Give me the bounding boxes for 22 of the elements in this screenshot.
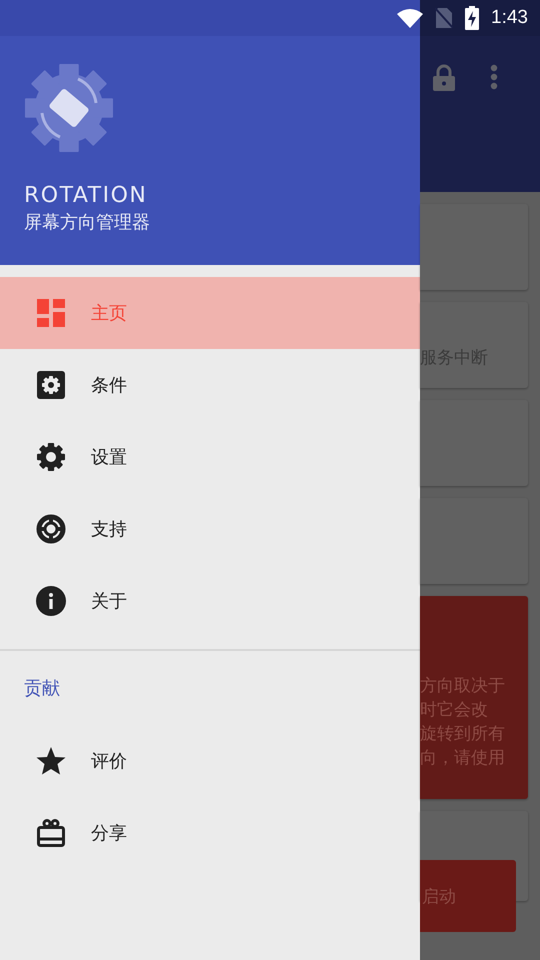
menu-item[interactable]: 条件 bbox=[0, 349, 420, 421]
app-title: ROTATION bbox=[24, 183, 148, 208]
battery-charging-icon bbox=[465, 6, 480, 30]
menu-item[interactable]: 设置 bbox=[0, 421, 420, 493]
menu-item[interactable]: 评价 bbox=[0, 725, 420, 797]
more-icon bbox=[490, 64, 498, 90]
gift-icon bbox=[36, 818, 66, 848]
app-subtitle: 屏幕方向管理器 bbox=[24, 211, 151, 234]
menu-item[interactable]: 分享 bbox=[0, 797, 420, 869]
dashboard-icon bbox=[36, 298, 66, 328]
info-icon bbox=[36, 586, 66, 616]
menu-item[interactable]: 支持 bbox=[0, 493, 420, 565]
menu-item[interactable]: 关于 bbox=[0, 565, 420, 637]
star-icon bbox=[36, 746, 66, 776]
lock-icon bbox=[432, 64, 456, 92]
gear-icon bbox=[36, 442, 66, 472]
gear-box-icon bbox=[36, 370, 66, 400]
lifebuoy-icon bbox=[36, 514, 66, 544]
no-sim-icon bbox=[435, 7, 454, 29]
section-heading: 贡献 bbox=[24, 677, 60, 700]
clock-time: 1:43 bbox=[491, 7, 528, 29]
wifi-icon bbox=[397, 8, 424, 28]
